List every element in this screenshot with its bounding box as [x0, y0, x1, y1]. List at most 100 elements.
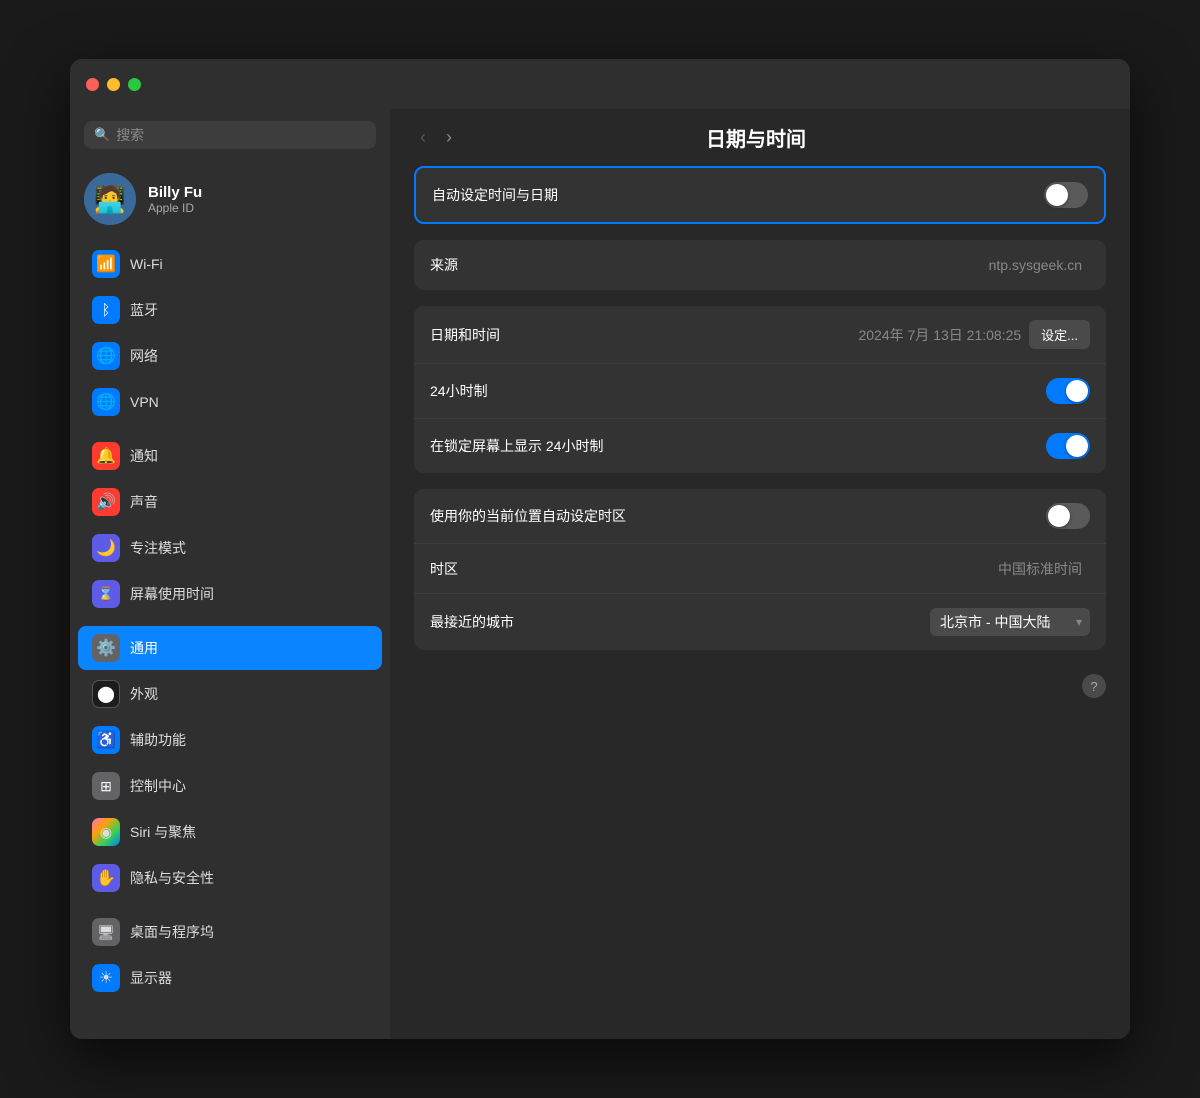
page-title: 日期与时间 — [466, 123, 1046, 152]
user-subtitle: Apple ID — [148, 201, 202, 215]
content-area: 🔍 🧑‍💻 Billy Fu Apple ID 📶 Wi-Fi ᛒ — [70, 109, 1130, 1039]
sidebar-label-wifi: Wi-Fi — [130, 256, 163, 272]
wifi-icon: 📶 — [92, 250, 120, 278]
maximize-button[interactable] — [128, 78, 141, 91]
lock-24hour-toggle[interactable] — [1046, 433, 1090, 459]
city-select-wrapper[interactable]: 北京市 - 中国大陆 上海市 - 中国大陆 广州市 - 中国大陆 ▾ — [930, 608, 1090, 636]
24hour-row: 24小时制 — [414, 364, 1106, 419]
minimize-button[interactable] — [107, 78, 120, 91]
help-area: ? — [414, 666, 1106, 698]
sidebar-label-sound: 声音 — [130, 492, 158, 512]
auto-timezone-toggle[interactable] — [1046, 503, 1090, 529]
sidebar: 🔍 🧑‍💻 Billy Fu Apple ID 📶 Wi-Fi ᛒ — [70, 109, 390, 1039]
source-label: 来源 — [430, 255, 989, 275]
avatar: 🧑‍💻 — [84, 173, 136, 225]
sidebar-item-appearance[interactable]: ⬤ 外观 — [78, 672, 382, 716]
sidebar-label-privacy: 隐私与安全性 — [130, 868, 214, 888]
source-group: 来源 ntp.sysgeek.cn — [414, 240, 1106, 290]
source-value: ntp.sysgeek.cn — [989, 257, 1082, 273]
notification-icon: 🔔 — [92, 442, 120, 470]
sidebar-label-general: 通用 — [130, 638, 158, 658]
sidebar-label-display: 显示器 — [130, 968, 172, 988]
general-icon: ⚙️ — [92, 634, 120, 662]
sidebar-item-wifi[interactable]: 📶 Wi-Fi — [78, 242, 382, 286]
nearest-city-row: 最接近的城市 北京市 - 中国大陆 上海市 - 中国大陆 广州市 - 中国大陆 … — [414, 594, 1106, 650]
sidebar-item-privacy[interactable]: ✋ 隐私与安全性 — [78, 856, 382, 900]
auto-set-row: 自动设定时间与日期 — [416, 168, 1104, 222]
sidebar-label-desktop: 桌面与程序坞 — [130, 922, 214, 942]
traffic-lights — [86, 78, 141, 91]
sidebar-item-focus[interactable]: 🌙 专注模式 — [78, 526, 382, 570]
sidebar-label-accessibility: 辅助功能 — [130, 730, 186, 750]
source-row: 来源 ntp.sysgeek.cn — [414, 240, 1106, 290]
datetime-group: 日期和时间 2024年 7月 13日 21:08:25 设定... 24小时制 … — [414, 306, 1106, 473]
screentime-icon: ⌛ — [92, 580, 120, 608]
auto-timezone-row: 使用你的当前位置自动设定时区 — [414, 489, 1106, 544]
main-header: ‹ › 日期与时间 — [390, 109, 1130, 166]
sidebar-label-notification: 通知 — [130, 446, 158, 466]
auto-time-group: 自动设定时间与日期 — [414, 166, 1106, 224]
close-button[interactable] — [86, 78, 99, 91]
sidebar-item-general[interactable]: ⚙️ 通用 — [78, 626, 382, 670]
24hour-label: 24小时制 — [430, 381, 1046, 401]
main-window: 🔍 🧑‍💻 Billy Fu Apple ID 📶 Wi-Fi ᛒ — [70, 59, 1130, 1039]
lock-24hour-label: 在锁定屏幕上显示 24小时制 — [430, 436, 1046, 456]
appearance-icon: ⬤ — [92, 680, 120, 708]
sidebar-label-bluetooth: 蓝牙 — [130, 300, 158, 320]
search-input[interactable] — [116, 127, 366, 143]
sound-icon: 🔊 — [92, 488, 120, 516]
controlcenter-icon: ⊞ — [92, 772, 120, 800]
titlebar — [70, 59, 1130, 109]
main-content: 自动设定时间与日期 来源 ntp.sysgeek.cn 日期和时间 2024年 — [390, 166, 1130, 1039]
siri-icon: ◉ — [92, 818, 120, 846]
auto-set-label: 自动设定时间与日期 — [432, 185, 1044, 205]
sidebar-label-focus: 专注模式 — [130, 538, 186, 558]
auto-set-toggle[interactable] — [1044, 182, 1088, 208]
sidebar-item-siri[interactable]: ◉ Siri 与聚焦 — [78, 810, 382, 854]
sidebar-label-siri: Siri 与聚焦 — [130, 822, 196, 842]
accessibility-icon: ♿ — [92, 726, 120, 754]
privacy-icon: ✋ — [92, 864, 120, 892]
nearest-city-label: 最接近的城市 — [430, 612, 930, 632]
datetime-value: 2024年 7月 13日 21:08:25 — [858, 325, 1021, 345]
network-icon: 🌐 — [92, 342, 120, 370]
user-name: Billy Fu — [148, 184, 202, 201]
sidebar-label-appearance: 外观 — [130, 684, 158, 704]
sidebar-item-bluetooth[interactable]: ᛒ 蓝牙 — [78, 288, 382, 332]
avatar-image: 🧑‍💻 — [84, 173, 136, 225]
set-datetime-button[interactable]: 设定... — [1029, 320, 1090, 349]
sidebar-item-display[interactable]: ☀ 显示器 — [78, 956, 382, 1000]
search-box[interactable]: 🔍 — [84, 121, 376, 149]
timezone-value: 中国标准时间 — [998, 559, 1082, 579]
sidebar-label-vpn: VPN — [130, 394, 159, 410]
sidebar-label-network: 网络 — [130, 346, 158, 366]
back-button[interactable]: ‹ — [414, 125, 432, 150]
timezone-row: 时区 中国标准时间 — [414, 544, 1106, 594]
timezone-group: 使用你的当前位置自动设定时区 时区 中国标准时间 最接近的城市 北京市 - 中国… — [414, 489, 1106, 650]
display-icon: ☀ — [92, 964, 120, 992]
timezone-label: 时区 — [430, 559, 998, 579]
user-profile[interactable]: 🧑‍💻 Billy Fu Apple ID — [70, 161, 390, 241]
sidebar-label-screentime: 屏幕使用时间 — [130, 584, 214, 604]
desktop-icon: 🖥 — [92, 918, 120, 946]
sidebar-item-network[interactable]: 🌐 网络 — [78, 334, 382, 378]
24hour-toggle[interactable] — [1046, 378, 1090, 404]
vpn-icon: 🌐 — [92, 388, 120, 416]
sidebar-item-desktop[interactable]: 🖥 桌面与程序坞 — [78, 910, 382, 954]
auto-timezone-label: 使用你的当前位置自动设定时区 — [430, 506, 1046, 526]
bluetooth-icon: ᛒ — [92, 296, 120, 324]
sidebar-item-screentime[interactable]: ⌛ 屏幕使用时间 — [78, 572, 382, 616]
sidebar-item-accessibility[interactable]: ♿ 辅助功能 — [78, 718, 382, 762]
forward-button[interactable]: › — [440, 125, 458, 150]
help-button[interactable]: ? — [1082, 674, 1106, 698]
city-select[interactable]: 北京市 - 中国大陆 上海市 - 中国大陆 广州市 - 中国大陆 — [930, 608, 1090, 636]
lock-24hour-row: 在锁定屏幕上显示 24小时制 — [414, 419, 1106, 473]
datetime-row: 日期和时间 2024年 7月 13日 21:08:25 设定... — [414, 306, 1106, 364]
sidebar-item-notification[interactable]: 🔔 通知 — [78, 434, 382, 478]
sidebar-item-sound[interactable]: 🔊 声音 — [78, 480, 382, 524]
sidebar-item-controlcenter[interactable]: ⊞ 控制中心 — [78, 764, 382, 808]
user-info: Billy Fu Apple ID — [148, 184, 202, 215]
sidebar-item-vpn[interactable]: 🌐 VPN — [78, 380, 382, 424]
main-panel: ‹ › 日期与时间 自动设定时间与日期 来源 ntp.sysgeek.cn — [390, 109, 1130, 1039]
datetime-label: 日期和时间 — [430, 325, 858, 345]
